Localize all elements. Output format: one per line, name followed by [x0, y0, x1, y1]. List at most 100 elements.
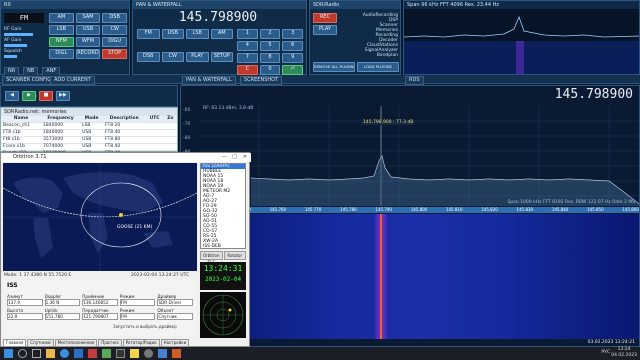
key-8[interactable]: 8	[259, 53, 281, 63]
minimize-icon[interactable]: —	[222, 153, 227, 162]
notes-icon[interactable]	[130, 349, 139, 358]
elevation-field[interactable]: 22.9	[7, 313, 43, 320]
taskbar-clock[interactable]: 13:24 04.02.2023	[611, 347, 637, 359]
mode-wfm-button[interactable]: WFM	[75, 37, 101, 47]
table-row[interactable]: Ft8 s1b 3573000 USB FT8 80	[1, 136, 177, 144]
mode-nfm-button[interactable]: NFM	[49, 37, 74, 47]
filter-lsb-button[interactable]: LSB	[186, 29, 209, 39]
stop-button[interactable]: STOP	[102, 49, 127, 59]
key-9[interactable]: 9	[282, 53, 303, 63]
mail-icon[interactable]	[74, 349, 83, 358]
mode-digu-button[interactable]: DIGU	[102, 37, 127, 47]
play-button[interactable]: PLAY	[186, 52, 209, 62]
terminal-icon[interactable]	[116, 349, 125, 358]
scan-play-button[interactable]: ▶	[22, 91, 36, 101]
tx-freq-field[interactable]: 121.790807	[82, 313, 118, 320]
tab-main[interactable]: Главная	[3, 339, 27, 347]
rx-mode-select[interactable]: FM	[119, 299, 156, 306]
tab-settings[interactable]: Настройки	[160, 339, 190, 347]
mode-digl-button[interactable]: DIGL	[49, 49, 74, 59]
filter-usb-button[interactable]: USB	[161, 29, 184, 39]
setup-button[interactable]: SETUP	[210, 52, 233, 62]
frequency-readout[interactable]: 145.798900	[513, 88, 633, 102]
rf-gain-slider[interactable]	[4, 33, 34, 36]
table-row[interactable]: Fcore s1b 7074000 USB FT8 40	[1, 143, 177, 151]
key-0[interactable]: 0	[259, 65, 281, 75]
key-6[interactable]: 6	[282, 41, 303, 51]
mode-lsb-button[interactable]: LSB	[49, 25, 74, 35]
uplink-field[interactable]: 151.780	[44, 313, 81, 320]
spectrum-plot[interactable]	[199, 106, 639, 206]
squelch-slider[interactable]	[4, 55, 17, 58]
mode-usb-button[interactable]: USB	[75, 25, 101, 35]
filter-fm-button[interactable]: FM	[137, 29, 160, 39]
key-2[interactable]: 2	[259, 29, 281, 39]
tab-satellites[interactable]: Спутники	[27, 339, 54, 347]
frequency-scale[interactable]: 145.740145.750145.760145.770145.780145.7…	[199, 207, 639, 213]
vfo-display[interactable]: 145.798900	[173, 11, 263, 25]
driver-select[interactable]: SDR Driver	[157, 299, 193, 306]
media-icon[interactable]	[172, 349, 181, 358]
key-clear[interactable]: C	[237, 65, 258, 75]
record-button[interactable]: RECORD	[75, 49, 101, 59]
scanner-config-tab[interactable]: SCANNER CONFIG	[2, 76, 56, 85]
explorer-icon[interactable]	[46, 349, 55, 358]
orbitron-tle-button[interactable]: Orbitron TLE	[200, 251, 223, 265]
taskview-icon[interactable]	[32, 349, 41, 358]
scan-back-button[interactable]: ◀	[5, 91, 19, 101]
play-rec-button[interactable]: PLAY	[313, 25, 337, 35]
settings-icon[interactable]	[144, 349, 153, 358]
scan-fwd-button[interactable]: ▶▶	[56, 91, 70, 101]
rds-tab[interactable]: RDS	[405, 76, 424, 85]
store-icon[interactable]	[158, 349, 167, 358]
tab-rotator[interactable]: Ротатор/Радио	[122, 339, 160, 347]
mode-cw-button[interactable]: CW	[102, 25, 127, 35]
waterfall[interactable]	[199, 214, 639, 339]
tab-location[interactable]: Местоположение	[54, 339, 98, 347]
language-indicator[interactable]: РУС	[601, 350, 610, 355]
doppler-field[interactable]: 1.36 N	[44, 299, 81, 306]
start-icon[interactable]	[4, 349, 13, 358]
pan-tab[interactable]: PAN & WATERFALL	[182, 76, 236, 85]
sdr-icon[interactable]	[88, 349, 97, 358]
search-icon[interactable]	[18, 349, 27, 358]
rotator-button[interactable]: Rotator	[223, 251, 246, 260]
mode-am-button[interactable]: AM	[49, 13, 74, 23]
azimuth-field[interactable]: 137.9	[7, 299, 43, 306]
browser-icon[interactable]	[60, 349, 69, 358]
mode-sam-button[interactable]: SAM	[75, 13, 101, 23]
mini-spectrum[interactable]: Span 96 kHz FFT 4096 Res. 23.44 Hz	[403, 0, 640, 75]
key-7[interactable]: 7	[237, 53, 258, 63]
tx-mode-select[interactable]: FM	[119, 313, 156, 320]
maximize-icon[interactable]: □	[232, 153, 237, 162]
mode-dsb-button[interactable]: DSB	[102, 13, 127, 23]
key-3[interactable]: 3	[282, 29, 303, 39]
key-5[interactable]: 5	[259, 41, 281, 51]
filter-am-button[interactable]: AM	[210, 29, 233, 39]
table-row[interactable]: Beacon_ch1 1840000 LSB FT8 20	[1, 122, 177, 130]
screenshot-tab[interactable]: SCREENSHOT	[240, 76, 283, 85]
filter-cw-button[interactable]: CW	[161, 52, 184, 62]
orbitron-icon[interactable]	[102, 349, 111, 358]
key-enter[interactable]: ⏎	[282, 65, 303, 75]
af-gain-slider[interactable]	[4, 44, 28, 47]
world-map[interactable]	[3, 163, 197, 271]
filter-dsb-button[interactable]: DSB	[137, 52, 160, 62]
object-select[interactable]: Спутник	[157, 313, 193, 320]
rec-button[interactable]: REC	[313, 13, 337, 23]
key-1[interactable]: 1	[237, 29, 258, 39]
close-icon[interactable]: ✕	[243, 153, 247, 162]
table-row[interactable]: FT8 s1b 1840000 USB FT8 40	[1, 129, 177, 137]
tab-prediction[interactable]: Прогноз	[98, 339, 122, 347]
list-item[interactable]: ISS DEB	[201, 244, 245, 248]
scan-stop-button[interactable]: ■	[39, 91, 53, 101]
plugin-item[interactable]: Bandplan	[340, 53, 398, 58]
orbitron-status-right: 2023-02-04 13:24:27 UTC	[131, 273, 190, 278]
key-4[interactable]: 4	[237, 41, 258, 51]
satellite-list[interactable]: ISS (ZARYA) HUBBLE NOAA 15 NOAA 18 NOAA …	[200, 163, 246, 249]
load-plugins-button[interactable]: LOAD PLUGINS	[357, 62, 399, 72]
add-current-tab[interactable]: ADD CURRENT	[50, 76, 95, 85]
apply-note[interactable]: Запустить и выбрать драйвер	[113, 324, 177, 329]
remove-plugins-button[interactable]: REMOVE ALL PLUGINS	[313, 62, 355, 72]
rx-freq-field[interactable]: 136.146852	[82, 299, 118, 306]
